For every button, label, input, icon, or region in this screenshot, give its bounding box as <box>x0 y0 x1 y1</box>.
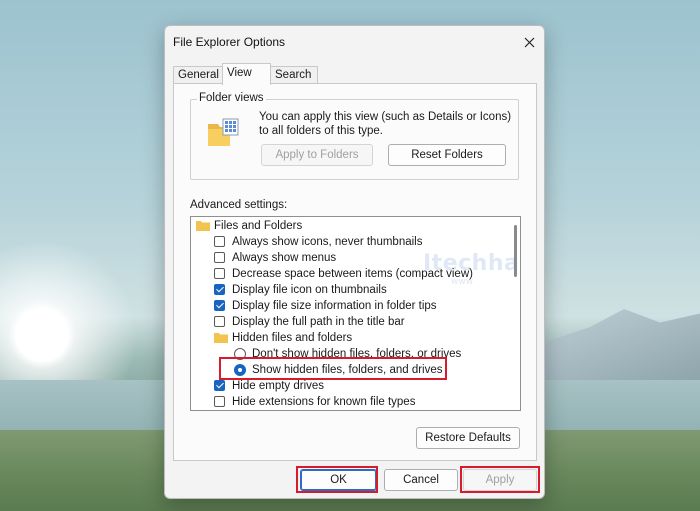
folder-views-legend: Folder views <box>197 92 266 104</box>
radio-unselected[interactable] <box>234 348 246 360</box>
restore-defaults-button[interactable]: Restore Defaults <box>416 427 520 449</box>
tab-view[interactable]: View <box>222 63 271 85</box>
tree-folder-label: Hidden files and folders <box>232 332 353 344</box>
folder-icon <box>214 333 228 343</box>
advanced-settings-list[interactable]: Itechhacks.Net www Files and Folders Alw… <box>190 216 521 411</box>
close-button[interactable] <box>518 31 540 53</box>
scrollbar[interactable] <box>514 225 518 403</box>
tab-general-label: General <box>178 69 219 81</box>
folder-views-group: Folder views You can apply this view (su… <box>190 92 519 180</box>
checkbox-unchecked[interactable] <box>214 316 225 327</box>
apply-to-folders-label: Apply to Folders <box>275 149 359 161</box>
checkbox-unchecked[interactable] <box>214 236 225 247</box>
option-label: Show hidden files, folders, and drives <box>252 364 443 376</box>
reset-folders-label: Reset Folders <box>411 149 483 161</box>
dialog-title: File Explorer Options <box>173 35 286 49</box>
setting-label: Display file icon on thumbnails <box>232 284 387 296</box>
ok-label: OK <box>330 474 347 486</box>
tab-search-label: Search <box>275 69 312 81</box>
checkbox-unchecked[interactable] <box>214 268 225 279</box>
tab-view-label: View <box>227 67 252 79</box>
cancel-label: Cancel <box>403 474 439 486</box>
checkbox-checked[interactable] <box>214 284 225 295</box>
restore-defaults-label: Restore Defaults <box>425 432 511 444</box>
ok-button[interactable]: OK <box>300 469 377 491</box>
tab-search[interactable]: Search <box>270 66 318 84</box>
checkbox-unchecked[interactable] <box>214 252 225 263</box>
setting-label: Decrease space between items (compact vi… <box>232 268 473 280</box>
setting-label: Hide extensions for known file types <box>232 396 416 408</box>
title-bar: File Explorer Options <box>165 26 544 58</box>
dialog-button-bar: OK Cancel Apply <box>165 466 544 498</box>
setting-label: Always show menus <box>232 252 337 264</box>
checkbox-checked[interactable] <box>214 380 225 391</box>
setting-label: Hide empty drives <box>232 380 325 392</box>
file-explorer-options-dialog: File Explorer Options General View Searc… <box>164 25 545 499</box>
checkbox-checked[interactable] <box>214 300 225 311</box>
setting-label: Display file size information in folder … <box>232 300 437 312</box>
reset-folders-button[interactable]: Reset Folders <box>388 144 506 166</box>
checkbox-unchecked[interactable] <box>214 396 225 407</box>
view-tab-panel: Folder views You can apply this view (su… <box>173 83 537 461</box>
cancel-button[interactable]: Cancel <box>384 469 458 491</box>
radio-selected[interactable] <box>234 364 246 376</box>
folder-icon <box>196 221 210 231</box>
setting-label: Display the full path in the title bar <box>232 316 405 328</box>
close-icon <box>524 37 534 47</box>
folder-views-icon <box>208 118 239 146</box>
folder-views-description: You can apply this view (such as Details… <box>259 111 512 137</box>
setting-label: Always show icons, never thumbnails <box>232 236 423 248</box>
scrollbar-thumb[interactable] <box>514 225 517 277</box>
tab-general[interactable]: General <box>173 66 223 84</box>
apply-to-folders-button[interactable]: Apply to Folders <box>261 144 373 166</box>
apply-label: Apply <box>485 474 515 486</box>
option-label: Don't show hidden files, folders, or dri… <box>252 348 462 360</box>
apply-button[interactable]: Apply <box>463 469 537 491</box>
tree-folder-label: Files and Folders <box>214 220 303 232</box>
advanced-settings-label: Advanced settings: <box>190 199 288 211</box>
